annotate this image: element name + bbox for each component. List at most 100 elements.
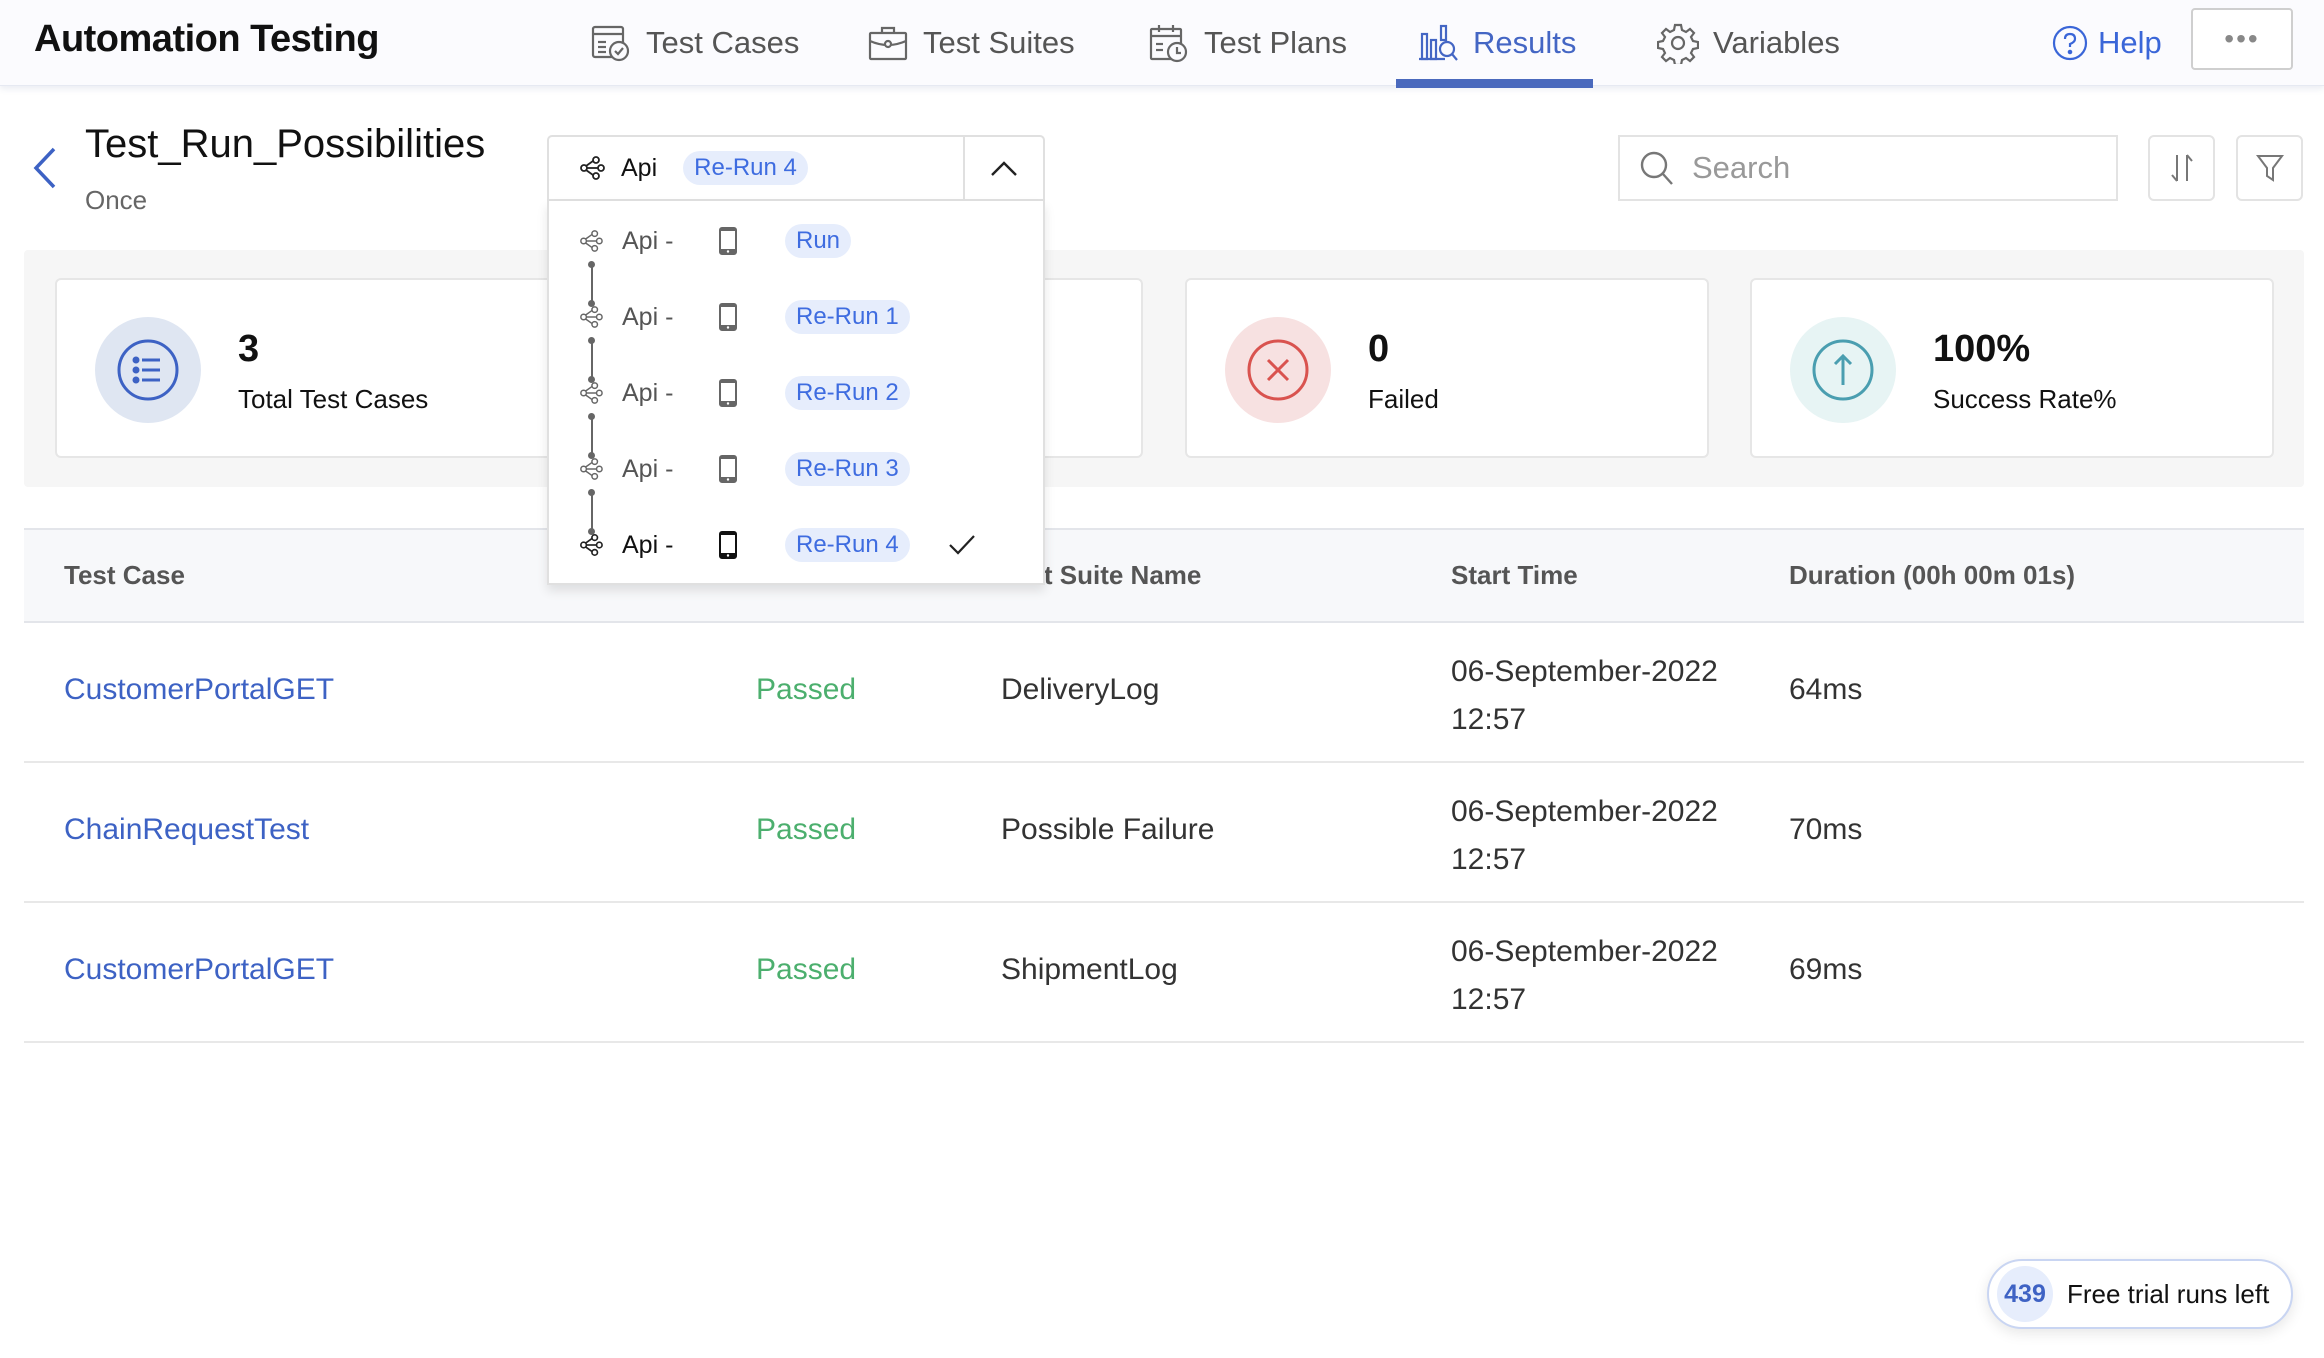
sort-button[interactable] <box>2148 135 2215 201</box>
mobile-device-icon <box>719 303 737 331</box>
run-frequency: Once <box>85 185 148 215</box>
status-text: Passed <box>756 673 857 706</box>
stat-icon-bg <box>1790 317 1896 423</box>
stat-value: 3 <box>238 328 260 370</box>
free-trial-badge[interactable]: 439 Free trial runs left <box>1987 1259 2293 1329</box>
help-link[interactable]: Help <box>2052 0 2162 86</box>
sort-arrows-icon <box>2170 154 2193 182</box>
nav-tab-results[interactable]: Results <box>1417 0 1576 86</box>
start-clock: 12:57 <box>1451 983 1527 1016</box>
table-row: CustomerPortalGET Passed ShipmentLog 06-… <box>24 903 2304 1043</box>
trial-runs-label: Free trial runs left <box>2067 1278 2270 1309</box>
start-date: 06-September-2022 <box>1451 935 1718 968</box>
nav-label: Test Suites <box>923 25 1075 60</box>
run-title: Test_Run_Possibilities <box>85 122 486 166</box>
test-case-link[interactable]: CustomerPortalGET <box>64 673 334 707</box>
run-option-rerun-2[interactable]: Api - Re-Run 2 <box>549 363 1043 423</box>
start-date: 06-September-2022 <box>1451 795 1718 828</box>
table-row: ChainRequestTest Passed Possible Failure… <box>24 763 2304 903</box>
nav-tab-test-suites[interactable]: Test Suites <box>867 0 1075 86</box>
option-type: Api - <box>622 454 674 483</box>
filter-funnel-icon <box>2255 155 2284 182</box>
mobile-device-icon <box>719 379 737 407</box>
x-circle-icon <box>1247 339 1309 401</box>
option-run-chip: Re-Run 2 <box>785 376 910 410</box>
api-nodes-icon <box>580 458 603 480</box>
column-header-start-time[interactable]: Start Time <box>1451 560 1578 591</box>
api-nodes-icon <box>580 156 605 180</box>
run-option-run[interactable]: Api - Run <box>549 211 1043 271</box>
filter-button[interactable] <box>2236 135 2303 201</box>
nav-label: Variables <box>1713 25 1840 60</box>
stat-label: Success Rate% <box>1933 384 2117 414</box>
api-nodes-icon <box>580 534 603 556</box>
option-run-chip: Re-Run 3 <box>785 452 910 486</box>
api-nodes-icon <box>580 382 603 404</box>
start-clock: 12:57 <box>1451 843 1527 876</box>
run-selector-dropdown[interactable]: Api Re-Run 4 Api - Run Api - Re-Run 1 Ap… <box>547 135 1045 585</box>
search-icon <box>1640 151 1673 185</box>
api-nodes-icon <box>580 306 603 328</box>
option-type: Api - <box>622 302 674 331</box>
nav-tab-variables[interactable]: Variables <box>1657 0 1840 86</box>
help-label: Help <box>2098 25 2162 60</box>
stat-icon-bg <box>95 317 201 423</box>
option-run-chip: Re-Run 1 <box>785 300 910 334</box>
list-icon <box>117 339 179 401</box>
calendar-clock-icon <box>1149 25 1188 63</box>
start-time: 06-September-2022 12:57 <box>1451 648 1718 744</box>
run-option-rerun-3[interactable]: Api - Re-Run 3 <box>549 439 1043 499</box>
nav-tab-test-cases[interactable]: Test Cases <box>590 0 799 86</box>
duration: 64ms <box>1789 673 1863 706</box>
search-input[interactable] <box>1692 150 2072 186</box>
help-circle-icon <box>2052 25 2088 61</box>
start-time: 06-September-2022 12:57 <box>1451 788 1718 884</box>
nav-label: Results <box>1473 25 1577 60</box>
column-header-test-case[interactable]: Test Case <box>64 560 185 591</box>
selected-run-chip: Re-Run 4 <box>683 151 808 185</box>
column-header-duration[interactable]: Duration (00h 00m 01s) <box>1789 560 2075 591</box>
top-navigation-bar: Automation Testing Test Cases Test Suite… <box>0 0 2324 88</box>
back-chevron-icon[interactable] <box>30 145 60 191</box>
duration: 70ms <box>1789 813 1863 846</box>
option-type: Api - <box>622 530 674 559</box>
search-box[interactable] <box>1618 135 2118 201</box>
chevron-up-icon <box>991 161 1017 176</box>
suite-name: Possible Failure <box>1001 813 1215 846</box>
option-run-chip: Run <box>785 224 852 258</box>
api-nodes-icon <box>580 230 603 252</box>
stat-card-success-rate: 100% Success Rate% <box>1750 278 2274 458</box>
mobile-device-icon <box>719 455 737 483</box>
suite-name: ShipmentLog <box>1001 953 1178 986</box>
nav-label: Test Plans <box>1204 25 1348 60</box>
run-options-list: Api - Run Api - Re-Run 1 Api - Re-Run 2 <box>547 201 1045 585</box>
status-text: Passed <box>756 813 857 846</box>
table-header: Test Case Status Test Suite Name Start T… <box>24 528 2304 623</box>
gear-icon <box>1657 23 1699 64</box>
option-type: Api - <box>622 226 674 255</box>
test-cases-icon <box>591 25 630 62</box>
run-option-rerun-4[interactable]: Api - Re-Run 4 <box>549 515 1043 575</box>
app-title: Automation Testing <box>34 18 379 60</box>
dropdown-toggle-button[interactable] <box>963 137 1043 199</box>
suite-name: DeliveryLog <box>1001 673 1160 706</box>
status-text: Passed <box>756 953 857 986</box>
nav-tab-test-plans[interactable]: Test Plans <box>1148 0 1347 86</box>
run-option-rerun-1[interactable]: Api - Re-Run 1 <box>549 287 1043 347</box>
trial-runs-count: 439 <box>1997 1266 2053 1322</box>
results-chart-icon <box>1419 24 1458 61</box>
more-dots-icon: ••• <box>2224 23 2260 54</box>
more-options-button[interactable]: ••• <box>2191 8 2293 70</box>
test-case-link[interactable]: CustomerPortalGET <box>64 953 334 987</box>
stat-icon-bg <box>1225 317 1331 423</box>
start-clock: 12:57 <box>1451 703 1527 736</box>
mobile-device-icon <box>719 531 737 559</box>
run-selector-trigger[interactable]: Api Re-Run 4 <box>547 135 1045 201</box>
start-time: 06-September-2022 12:57 <box>1451 928 1718 1024</box>
test-case-link[interactable]: ChainRequestTest <box>64 813 309 847</box>
checkmark-icon <box>949 535 975 555</box>
briefcase-icon <box>868 26 908 61</box>
stat-label: Failed <box>1368 384 1439 414</box>
duration: 69ms <box>1789 953 1863 986</box>
stat-value: 100% <box>1933 328 2031 370</box>
